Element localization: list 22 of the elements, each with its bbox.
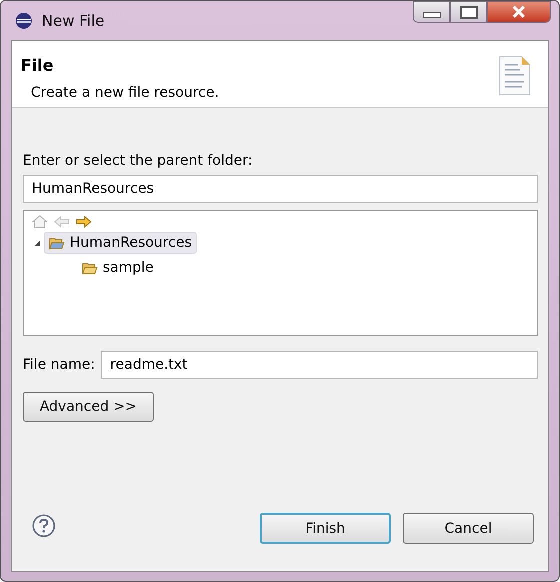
help-icon[interactable] (32, 514, 56, 538)
advanced-button[interactable]: Advanced >> (23, 392, 154, 422)
cancel-button[interactable]: Cancel (403, 513, 534, 544)
finish-button[interactable]: Finish (260, 513, 391, 544)
parent-folder-label: Enter or select the parent folder: (23, 153, 254, 169)
close-icon (512, 6, 526, 18)
file-name-field[interactable]: readme.txt (101, 351, 538, 379)
window-title: New File (42, 12, 105, 30)
tree-item[interactable]: sample (77, 257, 159, 279)
parent-folder-field[interactable]: HumanResources (23, 175, 538, 203)
page-title: File (21, 56, 55, 75)
folder-icon (82, 262, 98, 274)
maximize-button[interactable] (450, 1, 487, 23)
close-button[interactable] (487, 1, 551, 23)
document-icon (498, 55, 532, 97)
tree-item[interactable]: HumanResources (44, 232, 197, 254)
folder-icon (49, 236, 65, 250)
file-name-label: File name: (23, 357, 96, 373)
sphere-icon (15, 12, 33, 30)
minimize-button[interactable] (413, 1, 450, 23)
page-description: Create a new file resource. (31, 85, 220, 101)
right-arrow-icon[interactable] (76, 215, 92, 229)
